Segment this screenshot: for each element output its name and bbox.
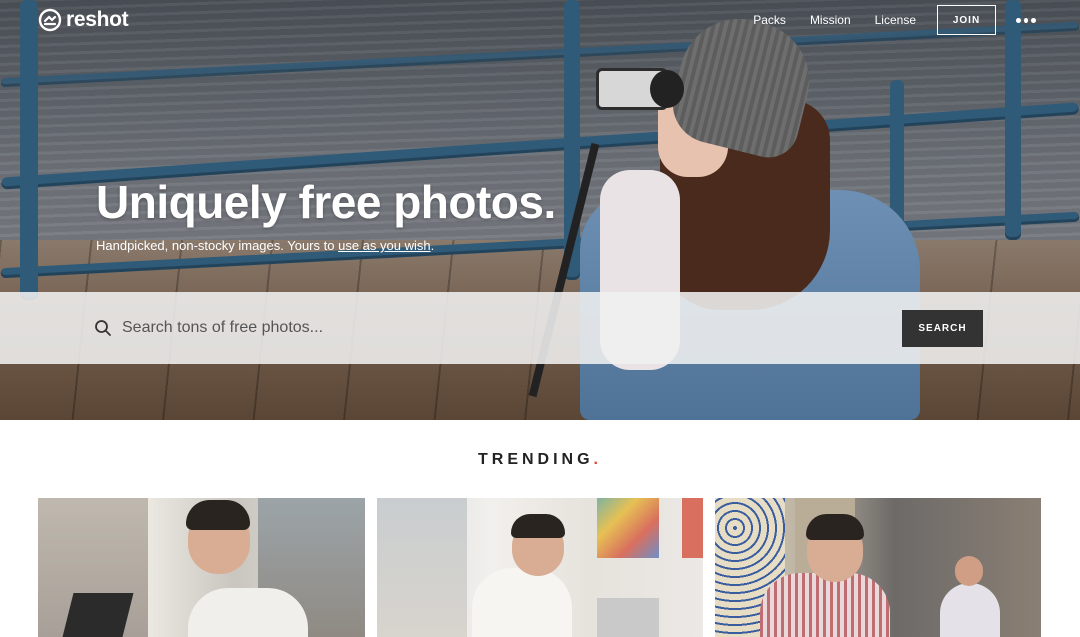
trending-photo-2[interactable]: [377, 498, 703, 637]
more-icon[interactable]: [1016, 17, 1037, 23]
trending-photo-3[interactable]: [715, 498, 1041, 637]
hero-title: Uniquely free photos.: [96, 176, 556, 228]
hero-subtitle: Handpicked, non-stocky images. Yours to …: [96, 238, 434, 253]
search-bar: SEARCH: [0, 292, 1080, 364]
railing-post: [1005, 0, 1021, 240]
search-input[interactable]: [122, 314, 862, 342]
logo-icon: [38, 8, 62, 32]
search-button[interactable]: SEARCH: [902, 310, 983, 347]
trending-label: TRENDING: [477, 451, 594, 468]
top-nav: Packs Mission License JOIN: [729, 5, 1037, 35]
join-button[interactable]: JOIN: [937, 5, 996, 35]
nav-license[interactable]: License: [875, 13, 916, 27]
nav-packs[interactable]: Packs: [753, 13, 786, 27]
trending-heading: TRENDING.: [0, 451, 1080, 469]
logo[interactable]: reshot: [38, 8, 129, 32]
nav-mission[interactable]: Mission: [810, 13, 851, 27]
trending-photo-1[interactable]: [38, 498, 365, 637]
logo-text: reshot: [66, 8, 129, 31]
trending-dot: .: [593, 451, 602, 468]
railing-post: [20, 0, 38, 300]
hero-subtitle-end: .: [430, 238, 435, 253]
search-icon: [95, 320, 111, 336]
use-as-you-wish-link[interactable]: use as you wish: [338, 238, 431, 253]
hero-subtitle-text: Handpicked, non-stocky images. Yours to: [96, 238, 339, 253]
